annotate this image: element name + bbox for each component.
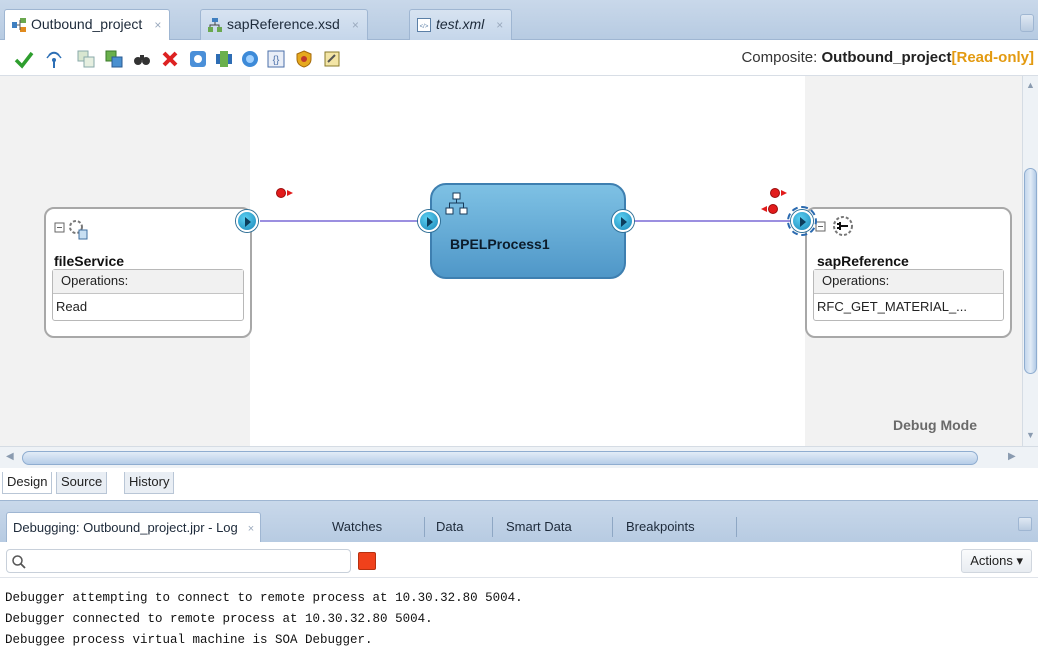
- actions-dropdown[interactable]: Actions ▾: [961, 549, 1032, 573]
- layout-icon[interactable]: [104, 49, 124, 69]
- log-panel-tabs: Debugging: Outbound_project.jpr - Log × W…: [0, 500, 1038, 543]
- schema-icon: [208, 18, 222, 32]
- operation-item[interactable]: RFC_GET_MATERIAL_...: [814, 294, 1003, 320]
- tab-outbound-project[interactable]: Outbound_project ×: [4, 9, 171, 41]
- settings-icon[interactable]: [188, 49, 208, 69]
- close-icon[interactable]: ×: [154, 18, 161, 32]
- scroll-down-icon[interactable]: ▼: [1026, 430, 1035, 440]
- tab-source[interactable]: Source: [56, 472, 108, 494]
- tab-sapreference-xsd[interactable]: sapReference.xsd ×: [200, 9, 368, 40]
- close-icon[interactable]: ×: [496, 18, 503, 32]
- tab-separator: [424, 517, 425, 537]
- log-search-input[interactable]: [6, 549, 351, 573]
- tab-breakpoints[interactable]: Breakpoints: [626, 512, 695, 543]
- bpel-process-component[interactable]: BPELProcess1: [430, 183, 626, 279]
- tab-test-xml[interactable]: </> test.xml ×: [409, 9, 513, 40]
- wifi-test-icon[interactable]: [44, 49, 64, 69]
- svg-text:</>: </>: [420, 24, 429, 30]
- shield-icon[interactable]: [294, 49, 314, 69]
- composite-icon: [12, 18, 26, 32]
- breakpoint-icon[interactable]: [770, 188, 780, 198]
- operations-header: Operations:: [53, 270, 243, 294]
- xml-file-icon: </>: [417, 18, 431, 32]
- scroll-right-icon[interactable]: ▶: [1008, 451, 1016, 462]
- tab-separator: [612, 517, 613, 537]
- tab-smart-data[interactable]: Smart Data: [506, 512, 572, 543]
- tab-watches[interactable]: Watches: [332, 512, 382, 543]
- validate-icon[interactable]: [14, 49, 34, 69]
- tab-history[interactable]: History: [124, 472, 175, 494]
- delete-icon[interactable]: [160, 49, 180, 69]
- breakpoint-icon[interactable]: [276, 188, 286, 198]
- close-icon[interactable]: ×: [248, 523, 254, 535]
- file-service-port[interactable]: [236, 210, 258, 232]
- canvas-vertical-scrollbar[interactable]: ▲ ▼: [1022, 76, 1038, 446]
- canvas-horizontal-scrollbar[interactable]: ◀ ▶: [0, 446, 1038, 468]
- edit-icon[interactable]: [322, 49, 342, 69]
- sap-reference-port[interactable]: [791, 210, 813, 232]
- breakpoint-arrow-icon: [761, 206, 767, 212]
- connect-icon[interactable]: [214, 49, 234, 69]
- tab-design[interactable]: Design: [2, 472, 53, 494]
- composite-canvas[interactable]: fileService Operations: Read BPELProcess…: [0, 76, 1022, 446]
- operations-header: Operations:: [814, 270, 1003, 294]
- operation-item[interactable]: Read: [53, 294, 243, 320]
- sap-reference-component[interactable]: sapReference Operations: RFC_GET_MATERIA…: [805, 207, 1012, 338]
- tab-label: Debugging: Outbound_project.jpr - Log: [13, 520, 238, 535]
- log-line: Debugger attempting to connect to remote…: [5, 591, 523, 605]
- stop-debug-button[interactable]: [358, 552, 376, 570]
- breakpoint-arrow-icon: [287, 190, 293, 196]
- breakpoint-arrow-icon: [781, 190, 787, 196]
- tab-label: Outbound_project: [31, 16, 143, 32]
- composite-status: Composite: Outbound_project[Read-only]: [741, 49, 1034, 66]
- scroll-thumb[interactable]: [22, 451, 978, 465]
- bpel-input-port[interactable]: [418, 210, 440, 232]
- composite-toolbar: {} Composite: Outbound_project[Read-only…: [0, 40, 1038, 76]
- brackets-icon[interactable]: {}: [266, 49, 286, 69]
- sap-reference-operations: Operations: RFC_GET_MATERIAL_...: [813, 269, 1004, 321]
- find-icon[interactable]: [132, 49, 152, 69]
- wire-fileservice-bpel[interactable]: [260, 220, 428, 222]
- editor-tab-bar: Outbound_project × sapReference.xsd × </> …: [0, 0, 1038, 41]
- service-gear-icon: [54, 220, 88, 240]
- scroll-thumb[interactable]: [1024, 168, 1037, 374]
- tab-separator: [736, 517, 737, 537]
- tab-data[interactable]: Data: [436, 512, 463, 543]
- composite-label: Composite:: [741, 49, 818, 66]
- composite-name: Outbound_project: [821, 49, 952, 66]
- file-service-name: fileService: [54, 253, 125, 269]
- wire-bpel-sapreference[interactable]: [634, 220, 790, 222]
- tab-label: test.xml: [436, 16, 485, 32]
- scroll-up-icon[interactable]: ▲: [1026, 80, 1035, 90]
- search-icon: [12, 555, 26, 569]
- tab-label: sapReference.xsd: [227, 16, 340, 32]
- bpel-process-name: BPELProcess1: [450, 236, 550, 252]
- breakpoint-icon[interactable]: [768, 204, 778, 214]
- file-service-operations: Operations: Read: [52, 269, 244, 321]
- log-line: Debugger connected to remote process at …: [5, 612, 433, 626]
- close-icon[interactable]: ×: [352, 18, 359, 32]
- log-line: Debuggee process virtual machine is SOA …: [5, 633, 373, 647]
- log-output: Debugger attempting to connect to remote…: [0, 578, 1038, 660]
- copy-icon[interactable]: [76, 49, 96, 69]
- bpel-process-icon: [445, 192, 468, 215]
- editor-view-tabs: Design Source History: [0, 468, 1038, 496]
- scroll-left-icon[interactable]: ◀: [6, 451, 14, 462]
- file-service-component[interactable]: fileService Operations: Read: [44, 207, 252, 338]
- log-toolbar: Actions ▾: [0, 542, 1038, 578]
- tab-list-button[interactable]: [1020, 14, 1034, 32]
- minimize-panel-button[interactable]: [1018, 517, 1032, 531]
- svg-text:{}: {}: [273, 55, 280, 66]
- sap-reference-name: sapReference: [817, 253, 909, 269]
- read-only-badge: [Read-only]: [951, 49, 1035, 66]
- debug-mode-label: Debug Mode: [893, 417, 977, 433]
- bpel-output-port[interactable]: [612, 210, 634, 232]
- tab-debugging-log[interactable]: Debugging: Outbound_project.jpr - Log ×: [6, 512, 262, 543]
- adapter-plug-icon: [815, 216, 853, 236]
- globe-icon[interactable]: [240, 49, 260, 69]
- tab-separator: [492, 517, 493, 537]
